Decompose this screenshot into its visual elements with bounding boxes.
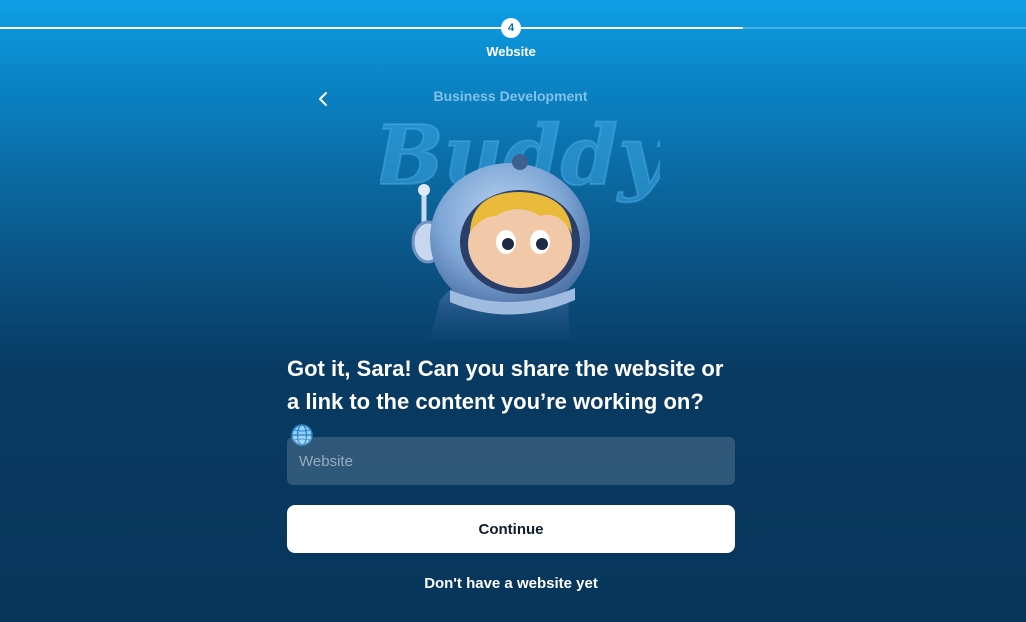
no-website-link[interactable]: Don't have a website yet: [287, 575, 735, 592]
current-step-label: Website: [486, 44, 536, 59]
question-text: Got it, Sara! Can you share the website …: [287, 356, 724, 414]
website-input[interactable]: [287, 437, 735, 485]
continue-button[interactable]: Continue: [287, 505, 735, 553]
back-button[interactable]: [312, 88, 334, 110]
chevron-left-icon: [319, 92, 327, 106]
progress-stepper: 4 Website: [0, 0, 1026, 64]
progress-fill: [0, 27, 743, 29]
current-step-indicator: 4: [501, 18, 521, 38]
astronaut-mascot-image: [411, 154, 590, 340]
